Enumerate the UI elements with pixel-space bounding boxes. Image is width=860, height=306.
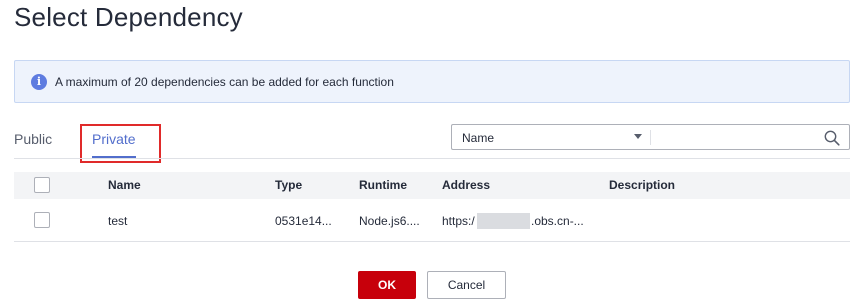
- cell-address-prefix: https:/: [442, 214, 475, 228]
- search-input[interactable]: [651, 124, 850, 150]
- search-icon[interactable]: [824, 130, 840, 146]
- cell-type: 0531e14...: [275, 214, 332, 228]
- cell-runtime: Node.js6....: [359, 214, 420, 228]
- ok-button[interactable]: OK: [358, 271, 416, 299]
- info-notice: i A maximum of 20 dependencies can be ad…: [14, 60, 850, 103]
- tabs-divider: [14, 158, 850, 159]
- search-field-select[interactable]: Name: [451, 124, 651, 150]
- search-field-select-value: Name: [462, 131, 495, 145]
- column-header-runtime: Runtime: [359, 178, 407, 192]
- column-header-name: Name: [108, 178, 141, 192]
- table-header: Name Type Runtime Address Description: [14, 172, 850, 199]
- row-checkbox[interactable]: [34, 212, 50, 228]
- redaction-mask: [477, 213, 530, 229]
- column-header-description: Description: [609, 178, 676, 192]
- column-header-address: Address: [442, 178, 491, 192]
- tab-public[interactable]: Public: [14, 131, 52, 147]
- caret-down-icon: [634, 134, 642, 139]
- cell-name: test: [108, 214, 128, 228]
- cell-address-suffix: .obs.cn-...: [531, 214, 584, 228]
- table-row[interactable]: test 0531e14... Node.js6.... https:/ .ob…: [14, 199, 850, 242]
- info-notice-text: A maximum of 20 dependencies can be adde…: [55, 75, 394, 89]
- dialog-title: Select Dependency: [14, 2, 243, 32]
- info-icon: i: [31, 74, 47, 90]
- column-header-type: Type: [275, 178, 303, 192]
- cancel-button[interactable]: Cancel: [427, 271, 506, 299]
- select-all-checkbox[interactable]: [34, 177, 50, 193]
